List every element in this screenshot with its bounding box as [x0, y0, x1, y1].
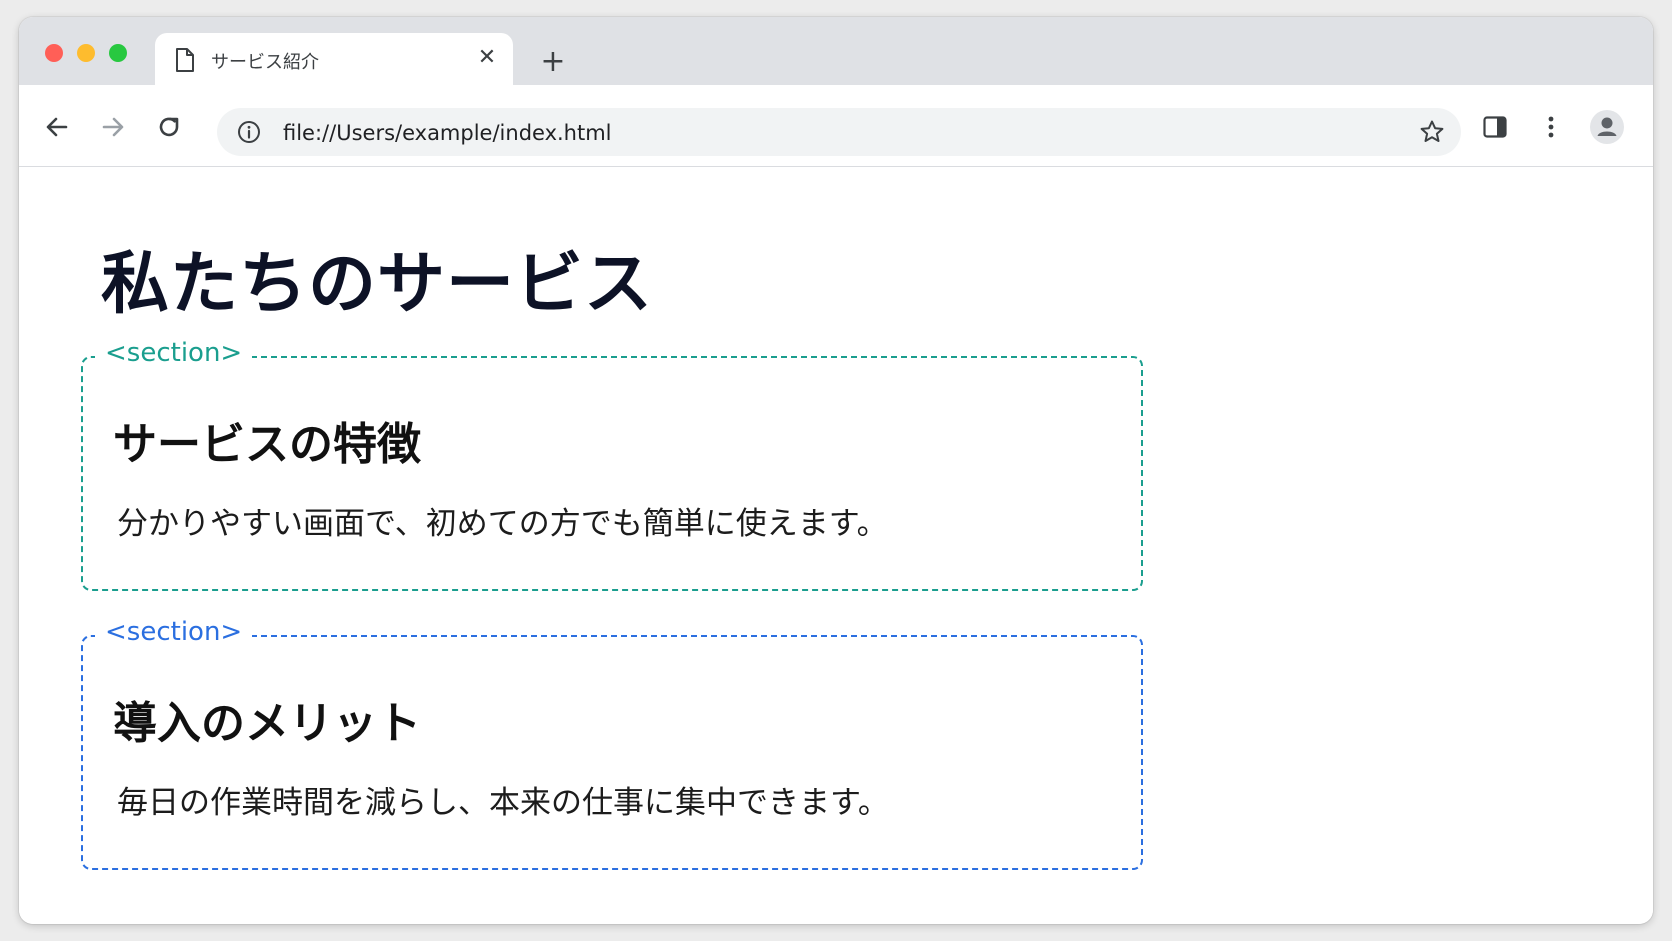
side-panel-icon[interactable] [1480, 112, 1510, 142]
page-content: 私たちのサービス <section> サービスの特徴 分かりやすい画面で、初めて… [19, 168, 1653, 924]
browser-toolbar: file://Users/example/index.html [19, 85, 1653, 167]
section-paragraph: 分かりやすい画面で、初めての方でも簡単に使えます。 [117, 506, 888, 542]
section-benefits: <section> 導入のメリット 毎日の作業時間を減らし、本来の仕事に集中でき… [81, 617, 1143, 870]
forward-arrow-icon[interactable] [97, 111, 129, 143]
page-icon [175, 48, 195, 72]
section-features: <section> サービスの特徴 分かりやすい画面で、初めての方でも簡単に使え… [81, 338, 1143, 591]
active-tab[interactable]: サービス紹介 ✕ [155, 33, 513, 85]
tab-strip: サービス紹介 ✕ + [19, 17, 1653, 85]
section-tag-label: <section> [95, 338, 253, 368]
url-text[interactable]: file://Users/example/index.html [283, 121, 612, 145]
section-heading: サービスの特徴 [113, 419, 421, 470]
plus-icon[interactable]: + [539, 47, 567, 77]
section-heading: 導入のメリット [113, 698, 421, 749]
close-icon[interactable]: ✕ [475, 46, 499, 70]
browser-window: サービス紹介 ✕ + file://Users/example/index.ht… [19, 17, 1653, 924]
section-tag-label: <section> [95, 617, 253, 647]
kebab-menu-icon[interactable] [1536, 112, 1566, 142]
page-title: 私たちのサービス [101, 245, 654, 324]
address-bar[interactable]: file://Users/example/index.html [217, 108, 1461, 156]
minimize-window-button[interactable] [77, 44, 95, 62]
section-paragraph: 毎日の作業時間を減らし、本来の仕事に集中できます。 [117, 785, 889, 821]
star-icon[interactable] [1419, 119, 1445, 145]
back-arrow-icon[interactable] [41, 111, 73, 143]
info-icon[interactable] [237, 120, 261, 144]
tab-title: サービス紹介 [211, 52, 319, 73]
maximize-window-button[interactable] [109, 44, 127, 62]
reload-icon[interactable] [153, 111, 185, 143]
profile-icon[interactable] [1589, 109, 1625, 145]
close-window-button[interactable] [45, 44, 63, 62]
